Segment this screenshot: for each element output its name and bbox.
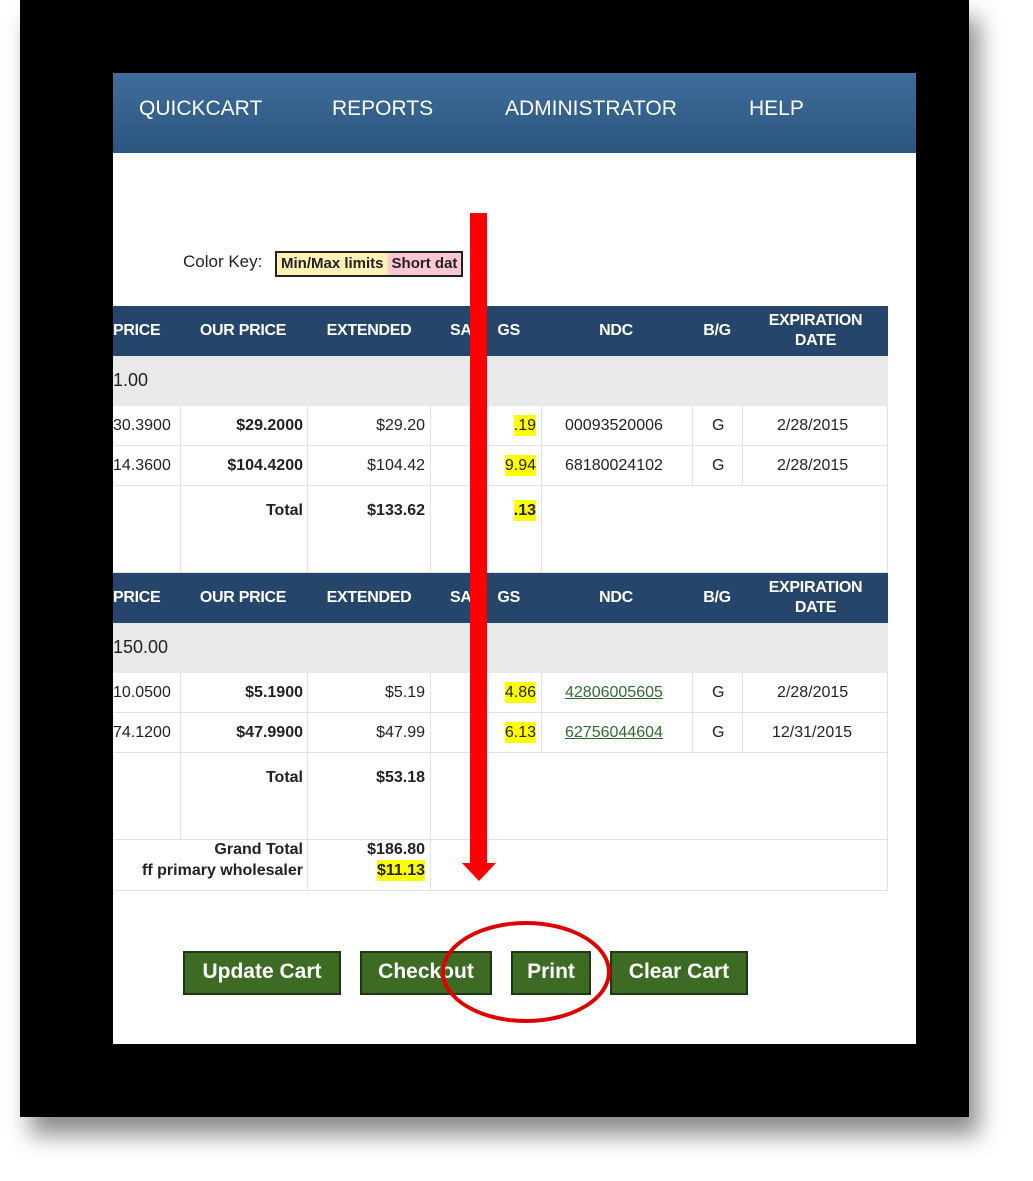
top-nav: QUICKCART REPORTS ADMINISTRATOR HELP [113,73,916,153]
cell-price: 74.1200 [113,724,171,741]
color-key-label: Color Key: [183,252,263,271]
cell-price: 10.0500 [113,684,171,701]
col-expiration-line2: DATE [794,332,837,349]
table-header: PRICE OUR PRICE EXTENDED SAVI GS NDC B/G… [113,306,888,356]
cell-expiration: 2/28/2015 [777,684,849,701]
annotation-circle [441,921,611,1023]
cell-our-price: $104.4200 [227,457,303,474]
col-ndc: NDC [599,322,633,339]
cell-savings: 9.94 [504,455,536,476]
ndc-link[interactable]: 42806005605 [565,673,663,712]
ndc-link[interactable]: 62756044604 [565,713,663,752]
cell-extended: $104.42 [367,457,425,474]
table-header: PRICE OUR PRICE EXTENDED SAVI GS NDC B/G… [113,573,888,623]
update-cart-button[interactable]: Update Cart [183,951,341,995]
total-label: Total [265,502,303,519]
cell-bg: G [712,417,725,434]
cell-bg: G [712,684,725,701]
cell-bg: G [712,724,725,741]
cell-ndc: 68180024102 [565,457,663,474]
cell-ndc: 00093520006 [565,417,663,434]
nav-administrator[interactable]: ADMINISTRATOR [505,97,677,121]
clear-cart-button[interactable]: Clear Cart [610,951,748,995]
cell-extended: $47.99 [376,724,425,741]
cell-savings: 4.86 [504,682,536,703]
col-bg: B/G [703,322,731,339]
total-row: Total $133.62 .13 [113,486,888,573]
app-screen: QUICKCART REPORTS ADMINISTRATOR HELP Col… [113,73,916,1044]
col-expiration-date: EXPIRATION DATE [743,573,888,623]
cell-savings: .19 [513,415,536,436]
col-ndc: NDC [599,589,633,606]
cell-expiration: 2/28/2015 [777,417,849,434]
table-row: 10.0500 $5.1900 $5.19 4.86 42806005605 G… [113,673,888,713]
cell-our-price: $5.1900 [245,684,303,701]
group-value: 150.00 [113,637,169,657]
col-expiration-line1: EXPIRATION [768,579,863,596]
col-extended: EXTENDED [326,322,412,339]
grand-total-savings-label: ff primary wholesaler [142,862,303,879]
table-row: 74.1200 $47.9900 $47.99 6.13 62756044604… [113,713,888,753]
cell-price: 14.3600 [113,457,171,474]
cell-extended: $29.20 [376,417,425,434]
total-extended: $133.62 [367,502,425,519]
table-row: 30.3900 $29.2000 $29.20 .19 00093520006 … [113,406,888,446]
annotation-arrow-shaft [470,213,487,866]
annotation-arrow-head-icon [462,863,496,881]
key-min-max-limits: Min/Max limits [277,253,388,275]
cart-table-2: PRICE OUR PRICE EXTENDED SAVI GS NDC B/G… [113,573,888,891]
grand-total-row: Grand Total ff primary wholesaler $186.8… [113,840,888,891]
col-price: PRICE [113,322,161,339]
group-row: 150.00 [113,623,888,673]
table-row: 14.3600 $104.4200 $104.42 9.94 681800241… [113,446,888,486]
cell-bg: G [712,457,725,474]
cell-expiration: 12/31/2015 [772,724,853,741]
col-extended: EXTENDED [326,589,412,606]
col-our-price: OUR PRICE [199,322,287,339]
cell-savings: 6.13 [504,722,536,743]
col-expiration-line2: DATE [794,599,837,616]
col-bg: B/G [703,589,731,606]
cell-price: 30.3900 [113,417,171,434]
cell-expiration: 2/28/2015 [777,457,849,474]
grand-total-savings: $11.13 [376,860,425,881]
total-label: Total [265,769,303,786]
col-price: PRICE [113,589,161,606]
col-expiration-date: EXPIRATION DATE [743,306,888,356]
total-savings: .13 [513,500,536,521]
color-key-legend: Min/Max limits Short dat [275,251,464,277]
total-extended: $53.18 [376,769,425,786]
group-row: 1.00 [113,356,888,406]
nav-quickcart[interactable]: QUICKCART [139,97,262,121]
grand-total-extended: $186.80 [367,841,425,858]
total-row: Total $53.18 [113,753,888,840]
key-short-date: Short dat [387,253,462,275]
grand-total-label: Grand Total [214,841,303,858]
cell-our-price: $29.2000 [236,417,303,434]
nav-help[interactable]: HELP [749,97,804,121]
cell-extended: $5.19 [384,684,425,701]
col-our-price: OUR PRICE [199,589,287,606]
col-expiration-line1: EXPIRATION [768,312,863,329]
cell-our-price: $47.9900 [236,724,303,741]
group-value: 1.00 [113,370,149,390]
nav-reports[interactable]: REPORTS [332,97,433,121]
cart-table-1: PRICE OUR PRICE EXTENDED SAVI GS NDC B/G… [113,306,888,573]
